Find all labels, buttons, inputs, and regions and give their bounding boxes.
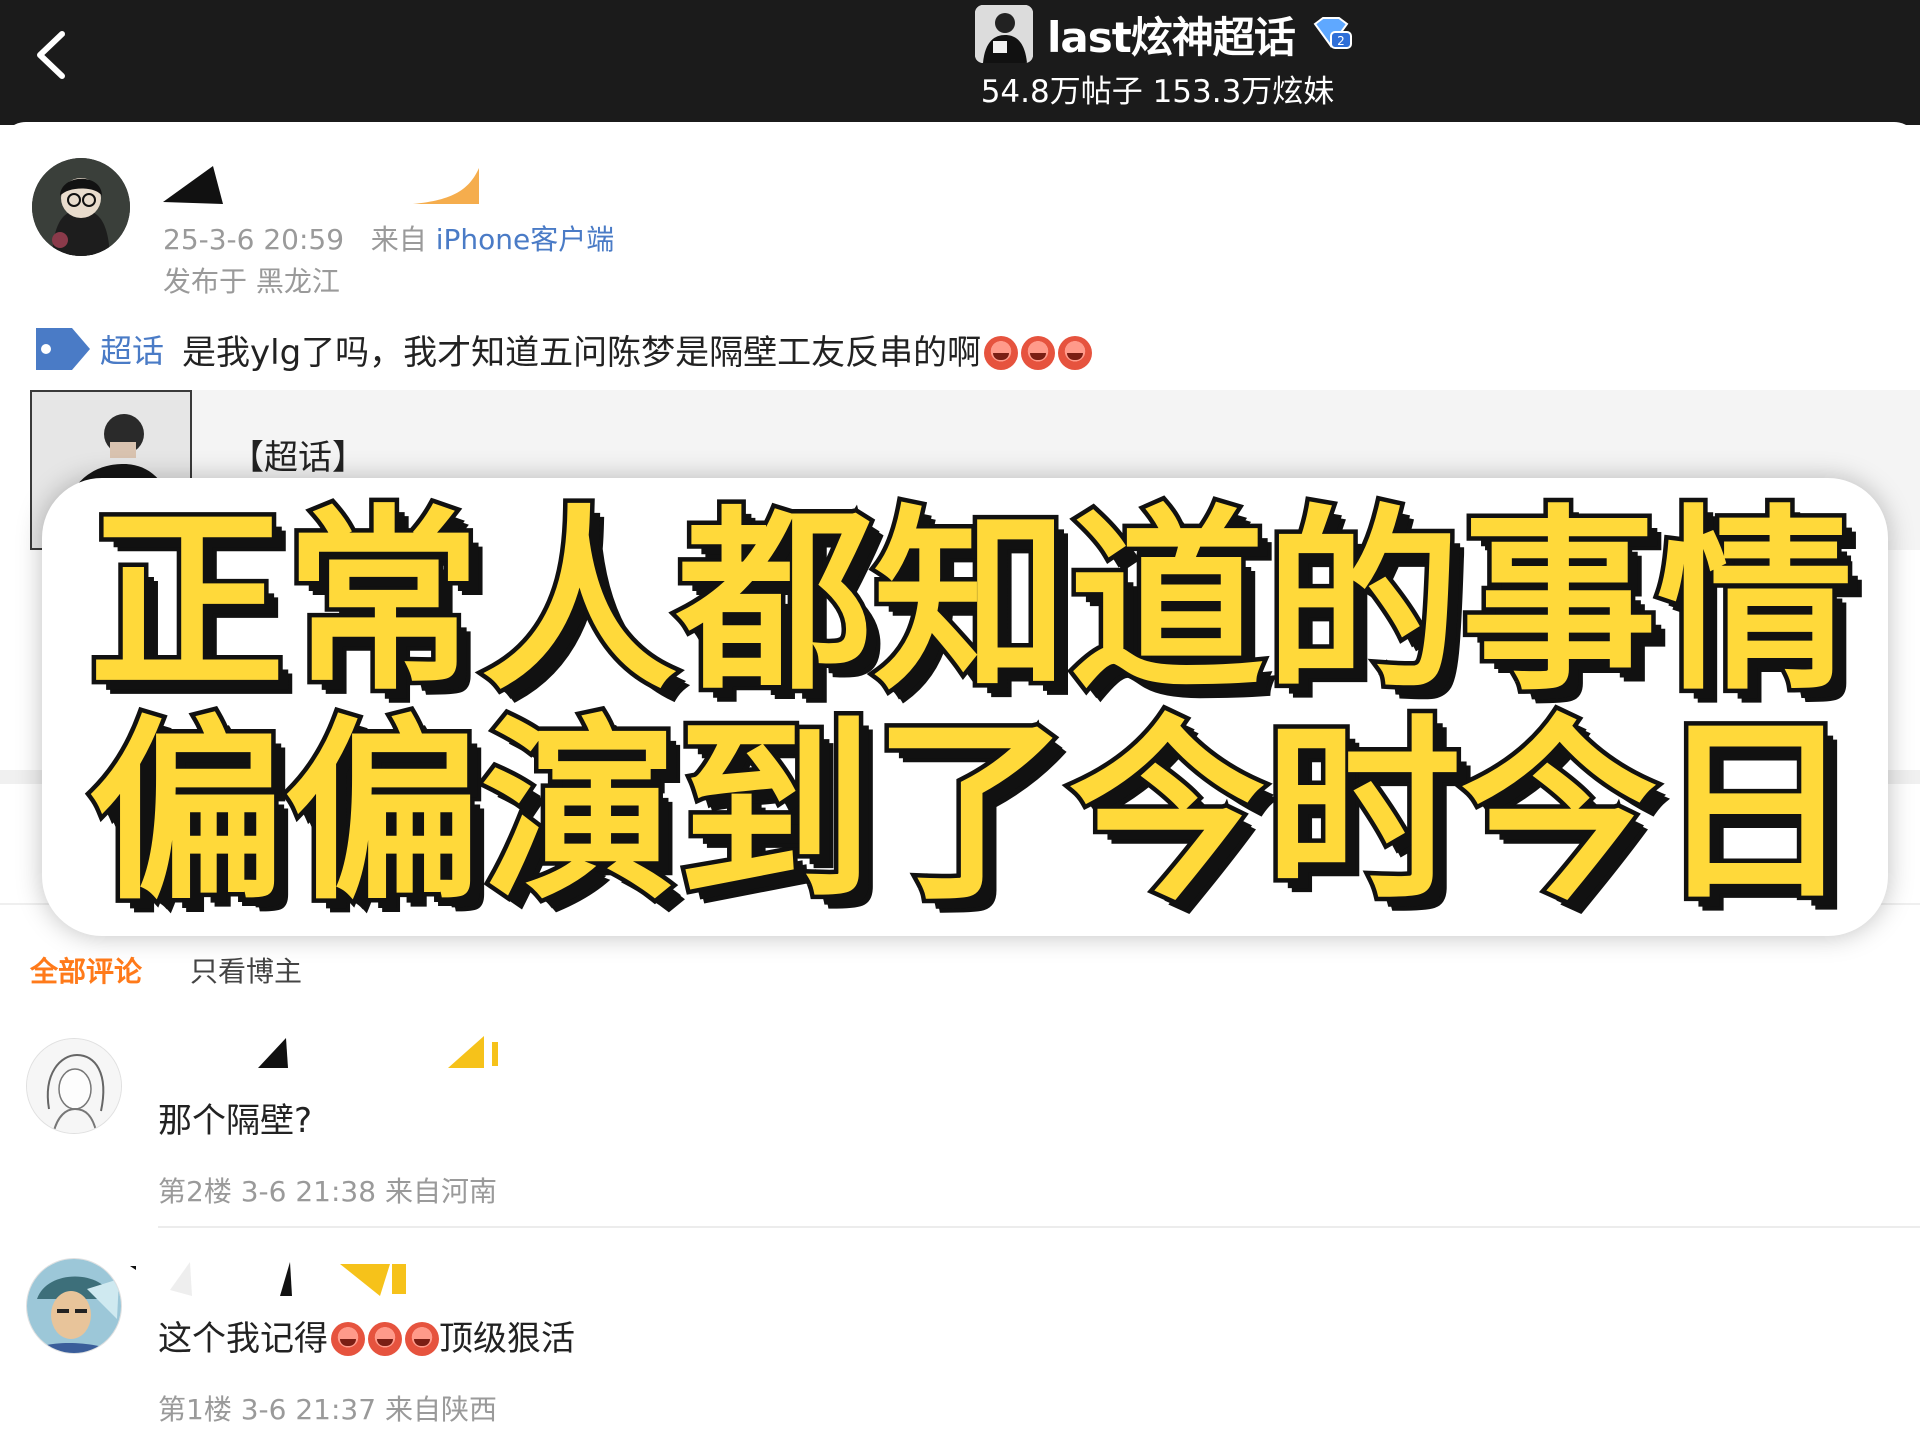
post-meta: 25-3-6 20:59 来自 iPhone客户端 [163, 218, 614, 258]
post-from-prefix: 来自 [370, 223, 427, 256]
post-body: 超话 是我ylg了吗，我才知道五问陈梦是隔壁工友反串的啊 [32, 322, 1093, 376]
caption-line-2: 偏偏演到了今时今日 [84, 699, 1857, 927]
commenter-name-redacted [130, 1260, 420, 1300]
commenter-avatar[interactable] [26, 1258, 122, 1354]
supertopic-avatar [975, 5, 1033, 63]
author-name-redacted [163, 160, 483, 206]
tab-all-comments[interactable]: 全部评论 [30, 950, 142, 990]
comment-tabs: 全部评论 只看博主 [30, 950, 302, 990]
laugh-emoji-icon [1021, 335, 1056, 370]
post-time: 25-3-6 20:59 [163, 223, 345, 256]
post-text: 是我ylg了吗，我才知道五问陈梦是隔壁工友反串的啊 [182, 325, 1093, 374]
comment-text-content: 这个我记得 [158, 1319, 328, 1359]
post-location: 发布于 黑龙江 [163, 265, 340, 298]
comment-divider [158, 1226, 1920, 1228]
comment-text-suffix: 顶级狠活 [439, 1319, 575, 1359]
topic-tag-label: 超话 [100, 332, 165, 370]
laugh-emoji-icon [331, 1322, 365, 1356]
laugh-emoji-icon [1058, 335, 1093, 370]
caption-line-1: 正常人都知道的事情 [84, 489, 1857, 717]
supertopic-header[interactable]: last炫神超话 2 [975, 5, 1353, 63]
tab-only-author[interactable]: 只看博主 [190, 950, 302, 990]
laugh-emoji-icon [405, 1322, 439, 1356]
comment-text: 那个隔壁? [158, 1101, 313, 1141]
laugh-emoji-icon [984, 335, 1019, 370]
topic-tag-icon [36, 328, 90, 370]
vip-diamond-icon: 2 [1313, 17, 1352, 49]
commenter-avatar[interactable] [26, 1038, 122, 1134]
top-bar: last炫神超话 2 54.8万帖子 153.3万炫妹 [0, 0, 1920, 125]
comment-meta: 第2楼 3-6 21:38 来自河南 [158, 1175, 497, 1208]
supertopic-stats: 54.8万帖子 153.3万炫妹 [980, 74, 1335, 110]
supertopic-title: last炫神超话 [1047, 12, 1296, 62]
comment-meta: 第1楼 3-6 21:37 来自陕西 [158, 1393, 497, 1426]
laugh-emoji-icon [368, 1322, 402, 1356]
author-avatar[interactable] [32, 158, 130, 256]
comment-text: 这个我记得 顶级狠活 [158, 1311, 575, 1360]
commenter-name-redacted [158, 1030, 518, 1070]
post-client[interactable]: iPhone客户端 [436, 223, 615, 256]
topic-tag-link[interactable]: 超话 [32, 322, 164, 376]
svg-text:2: 2 [1337, 34, 1345, 48]
post-text-content: 是我ylg了吗，我才知道五问陈梦是隔壁工友反串的啊 [182, 332, 982, 373]
shared-post-title: 【超话】 [230, 438, 366, 478]
